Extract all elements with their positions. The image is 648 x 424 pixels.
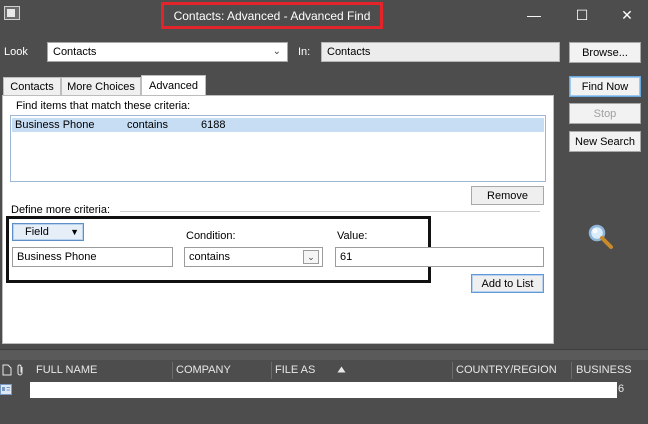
column-country-region[interactable]: COUNTRY/REGION	[456, 360, 557, 381]
look-value: Contacts	[53, 46, 97, 58]
column-company[interactable]: COMPANY	[176, 360, 231, 381]
field-input[interactable]: Business Phone	[12, 247, 173, 267]
in-field[interactable]: Contacts	[321, 42, 560, 62]
document-icon	[2, 364, 12, 376]
value-label: Value:	[337, 230, 368, 242]
column-divider	[271, 362, 272, 379]
add-to-list-button[interactable]: Add to List	[471, 274, 544, 293]
criteria-value: 6188	[201, 119, 226, 131]
result-business-partial: 6	[618, 383, 625, 395]
window-title: Contacts: Advanced - Advanced Find	[161, 2, 383, 29]
maximize-icon[interactable]: ☐	[567, 5, 597, 25]
stop-button[interactable]: Stop	[569, 103, 641, 124]
column-file-as[interactable]: FILE AS	[275, 360, 315, 381]
column-divider	[172, 362, 173, 379]
column-business[interactable]: BUSINESS	[576, 360, 632, 381]
column-divider	[571, 362, 572, 379]
browse-button[interactable]: Browse...	[569, 42, 641, 63]
tab-more-choices[interactable]: More Choices	[61, 77, 141, 96]
close-icon[interactable]: ✕	[612, 5, 642, 25]
in-label: In:	[298, 46, 311, 58]
look-label: Look	[4, 46, 28, 58]
tab-advanced[interactable]: Advanced	[141, 75, 206, 96]
find-now-button[interactable]: Find Now	[569, 76, 641, 97]
column-divider	[452, 362, 453, 379]
results-separator	[0, 349, 648, 360]
field-button[interactable]: Field ▼	[12, 223, 84, 241]
criteria-condition: contains	[127, 119, 168, 131]
field-button-label: Field	[25, 226, 49, 238]
minimize-icon[interactable]: —	[519, 5, 549, 25]
magnifier-icon	[588, 224, 613, 249]
chevron-down-icon: ⌄	[272, 46, 281, 57]
app-icon	[4, 6, 20, 20]
chevron-down-icon: ⌄	[303, 250, 319, 264]
dropdown-arrow-icon: ▼	[70, 227, 79, 237]
column-full-name[interactable]: FULL NAME	[36, 360, 97, 381]
criteria-heading: Find items that match these criteria:	[16, 100, 191, 112]
tab-contacts[interactable]: Contacts	[3, 77, 61, 96]
contact-card-icon	[0, 384, 12, 395]
define-criteria-heading: Define more criteria:	[11, 204, 111, 216]
condition-select[interactable]: contains ⌄	[184, 247, 323, 267]
sort-ascending-icon	[337, 366, 346, 373]
divider	[120, 211, 540, 212]
condition-value: contains	[189, 251, 230, 263]
value-input[interactable]: 61	[335, 247, 544, 267]
criteria-field: Business Phone	[15, 119, 95, 131]
look-select[interactable]: Contacts ⌄	[47, 42, 288, 62]
remove-button[interactable]: Remove	[471, 186, 544, 205]
new-search-button[interactable]: New Search	[569, 131, 641, 152]
result-row[interactable]	[30, 382, 617, 398]
attachment-icon[interactable]	[15, 364, 25, 377]
condition-label: Condition:	[186, 230, 236, 242]
